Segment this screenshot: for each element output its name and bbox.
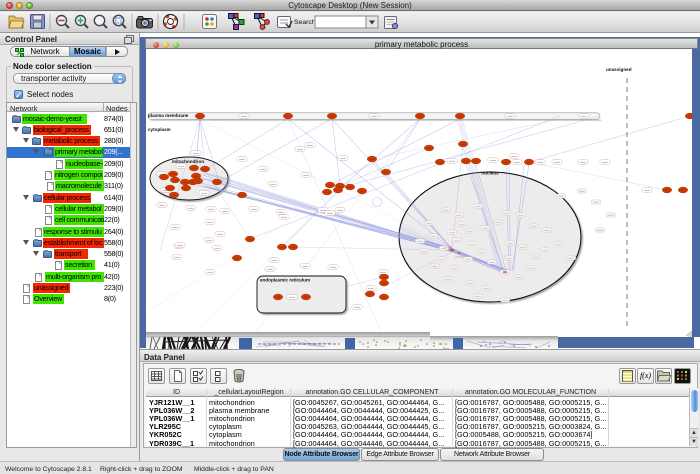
svg-text:mitochondrion: mitochondrion xyxy=(172,159,204,164)
svg-text:unassigned: unassigned xyxy=(606,67,632,72)
svg-text:Search:: Search: xyxy=(294,19,318,26)
svg-text:nucleus: nucleus xyxy=(481,171,499,176)
svg-text:cytoplasm: cytoplasm xyxy=(148,127,171,132)
svg-text:plasma membrane: plasma membrane xyxy=(148,113,189,118)
svg-text:endoplasmic reticulum: endoplasmic reticulum xyxy=(260,278,310,283)
